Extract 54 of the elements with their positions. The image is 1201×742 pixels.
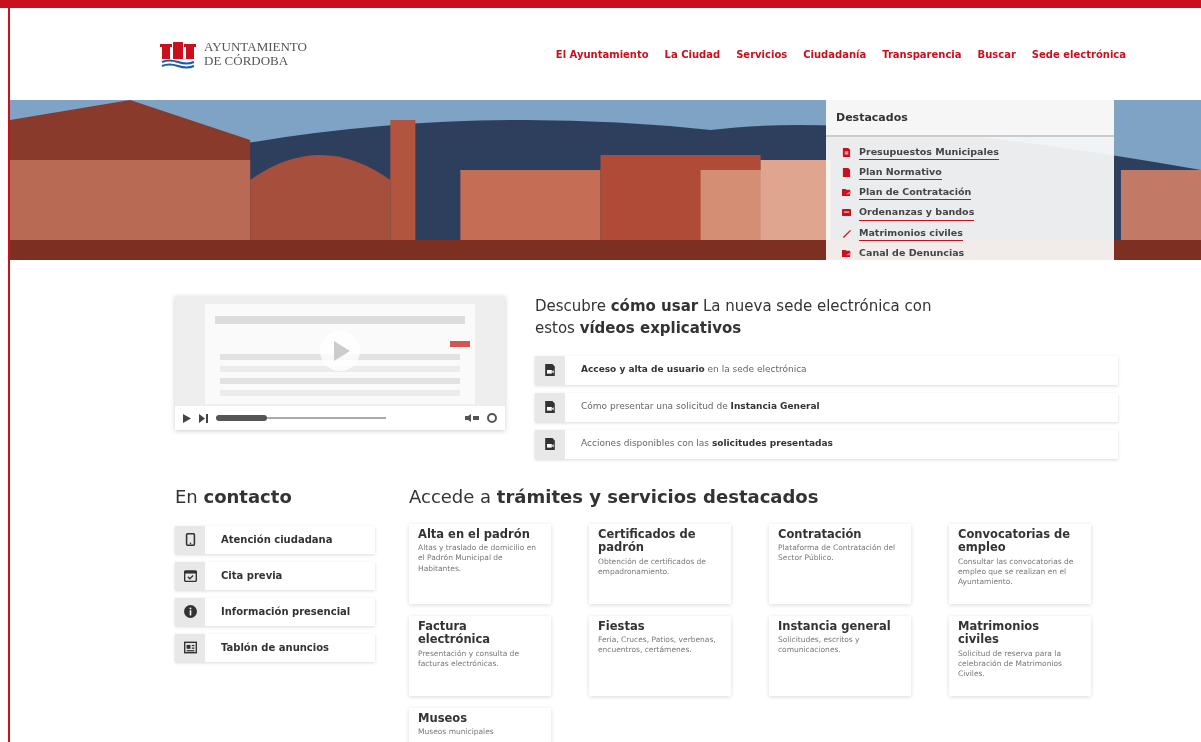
nav-link-item[interactable]: Servicios [736,46,788,62]
video-file-icon [544,438,556,450]
newspaper-icon [183,641,197,654]
document-icon [842,147,851,157]
video-link[interactable]: Acceso y alta de usuario en la sede electrónica [535,355,1118,385]
card-title: Factura electrónica [418,619,492,648]
pen-icon [842,228,851,238]
skip-icon[interactable] [199,413,208,423]
contact-link[interactable]: Atención ciudadana [175,525,375,554]
play-icon[interactable] [183,413,191,423]
message-icon [842,208,851,218]
nav-link-item[interactable]: La Ciudad [664,46,721,62]
logo-text: DE CÓRDOBA [204,54,290,68]
section-heading: Descubre cómo usar La nueva sede electrónica con estos vídeos explicativos [535,296,933,339]
section-heading: En contacto [175,484,293,509]
featured-link[interactable]: Presupuestos Municipales [859,144,999,160]
featured-link[interactable]: Plan de Contratación [859,185,972,201]
folder-icon [842,248,851,258]
featured-link[interactable]: Canal de Denuncias [859,245,965,260]
section-heading: Accede a trámites y servicios destacados [409,484,820,509]
featured-link[interactable]: Matrimonios civiles [859,225,963,241]
progress-slider[interactable] [216,415,267,421]
featured-link[interactable]: Ordenanzas y bandos [859,205,975,221]
nav-link-item[interactable]: Sede electrónica [1031,46,1126,62]
contact-link[interactable]: Cita previa [175,561,375,590]
nav-link-item[interactable]: Buscar [977,46,1016,62]
tablet-icon [183,533,197,546]
nav-link-item[interactable]: El Ayuntamiento [555,46,649,62]
video-link[interactable]: Acciones disponibles con las solicitudes presentadas [535,429,1118,459]
folder-icon [842,188,851,198]
video-file-icon [544,364,556,376]
video-file-icon [544,401,556,413]
nav-link-item[interactable]: Transparencia [882,46,962,62]
nav-link-item[interactable]: Ciudadanía [803,46,867,62]
card-title: Instancia general [778,619,892,634]
contact-link[interactable]: Tablón de anuncios [175,633,375,662]
city-crest-logo[interactable] [160,39,196,69]
card-title: Convocatorias de empleo [958,527,1072,556]
file-icon [842,167,851,177]
logo-text: AYUNTAMIENTO [204,40,307,54]
card-title: Museos [418,711,469,726]
video-link[interactable]: Cómo presentar una solicitud de Instancia General [535,392,1118,422]
contact-link[interactable]: Información presencial [175,597,375,626]
volume-icon[interactable] [465,414,479,422]
featured-link[interactable]: Plan Normativo [859,164,942,180]
info-icon [183,605,197,618]
card-title: Fiestas [598,619,646,634]
card-title: Matrimonios civiles [958,619,1041,648]
calendar-icon [183,569,197,582]
card-title: Certificados de padrón [598,527,697,556]
settings-icon[interactable] [487,413,497,423]
card-title: Contratación [778,527,863,542]
card-title: Alta en el padrón [418,527,531,542]
panel-title: Destacados [826,100,1114,137]
